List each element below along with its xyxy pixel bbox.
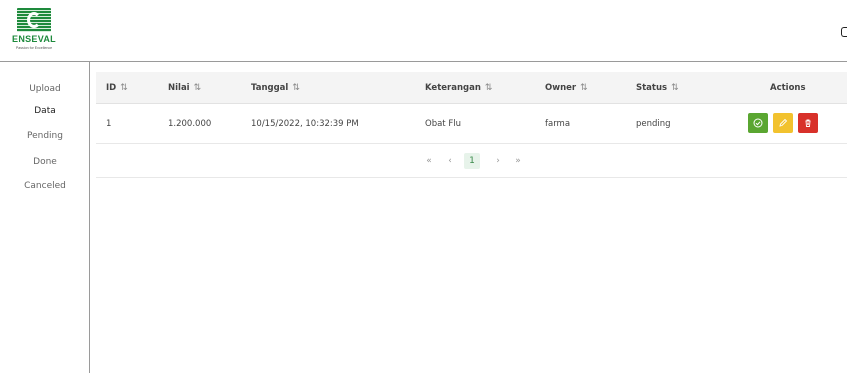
brand-tagline: Passion for Excellence <box>15 46 53 50</box>
table-row[interactable]: 1 1.200.000 10/15/2022, 10:32:39 PM Obat… <box>96 104 847 144</box>
sort-icon[interactable]: ⇅ <box>292 83 300 93</box>
sort-icon[interactable]: ⇅ <box>485 83 493 93</box>
sidebar-item-pending[interactable]: Pending <box>0 131 90 141</box>
enseval-logo[interactable]: ENSEVAL Passion for Excellence <box>6 8 62 53</box>
top-bar: ENSEVAL Passion for Excellence <box>0 0 847 62</box>
cell-id: 1 <box>106 119 112 129</box>
column-header-nilai[interactable]: Nilai ⇅ <box>168 83 201 93</box>
column-header-status[interactable]: Status ⇅ <box>636 83 679 93</box>
approve-button[interactable] <box>748 113 768 133</box>
pencil-icon <box>779 118 788 127</box>
first-page-button[interactable]: « <box>424 153 434 169</box>
cell-tanggal: 10/15/2022, 10:32:39 PM <box>251 119 359 129</box>
table-header: ID ⇅ Nilai ⇅ Tanggal ⇅ Keterangan ⇅ Owner ⇅ S… <box>96 72 847 104</box>
next-page-button[interactable]: › <box>494 153 502 169</box>
brand-name: ENSEVAL <box>12 34 56 44</box>
column-header-id[interactable]: ID ⇅ <box>106 83 128 93</box>
column-header-keterangan[interactable]: Keterangan ⇅ <box>425 83 492 93</box>
prev-page-button[interactable]: ‹ <box>446 153 454 169</box>
column-header-owner[interactable]: Owner ⇅ <box>545 83 588 93</box>
cell-status: pending <box>636 119 671 129</box>
user-menu-icon[interactable] <box>841 27 847 37</box>
cell-keterangan: Obat Flu <box>425 119 461 129</box>
pagination: « ‹ 1 › » <box>96 144 847 178</box>
column-header-tanggal[interactable]: Tanggal ⇅ <box>251 83 300 93</box>
page-1-button[interactable]: 1 <box>464 153 480 169</box>
last-page-button[interactable]: » <box>513 153 523 169</box>
check-circle-icon <box>753 118 763 128</box>
delete-button[interactable] <box>798 113 818 133</box>
sidebar: Upload Data Pending Done Canceled <box>0 62 90 373</box>
data-table: ID ⇅ Nilai ⇅ Tanggal ⇅ Keterangan ⇅ Owner ⇅ S… <box>96 72 847 178</box>
sort-icon[interactable]: ⇅ <box>671 83 679 93</box>
cell-nilai: 1.200.000 <box>168 119 212 129</box>
sidebar-item-done[interactable]: Done <box>0 157 90 167</box>
sidebar-item-upload[interactable]: Upload <box>0 84 90 94</box>
logo-mark-icon <box>17 8 51 32</box>
trash-icon <box>805 119 811 127</box>
sort-icon[interactable]: ⇅ <box>580 83 588 93</box>
sidebar-item-canceled[interactable]: Canceled <box>0 181 90 191</box>
sort-icon[interactable]: ⇅ <box>120 83 128 93</box>
edit-button[interactable] <box>773 113 793 133</box>
sidebar-item-data[interactable]: Data <box>0 106 90 116</box>
column-header-actions: Actions <box>770 83 806 93</box>
sort-icon[interactable]: ⇅ <box>194 83 202 93</box>
cell-owner: farma <box>545 119 571 129</box>
